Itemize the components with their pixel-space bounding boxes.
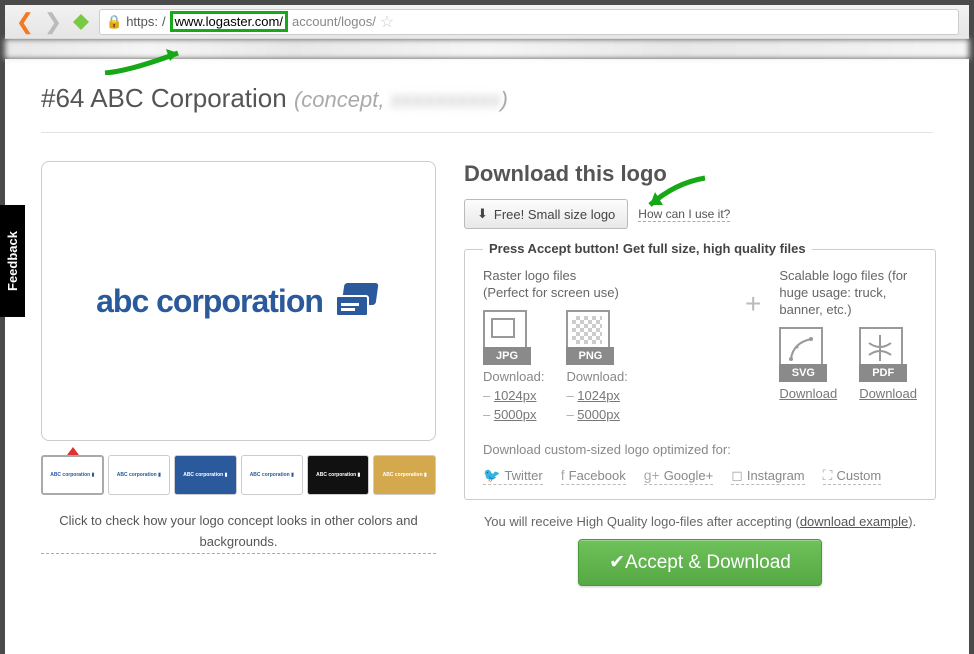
url-protocol: https: <box>126 14 158 29</box>
thumb-variant-5[interactable]: ABC corporation ▮ <box>307 455 369 495</box>
bookmarks-bar <box>5 39 969 59</box>
bookmark-star-icon[interactable]: ☆ <box>380 12 394 32</box>
how-use-link[interactable]: How can I use it? <box>638 207 730 222</box>
forward-button[interactable]: ❯ <box>43 12 63 32</box>
free-download-button[interactable]: ⬇ Free! Small size logo <box>464 199 628 229</box>
filebox-title: Press Accept button! Get full size, high… <box>483 241 812 256</box>
jpg-download-label: Download: <box>483 369 544 384</box>
png-file-icon: PNG <box>566 310 616 365</box>
jpg-5000-link[interactable]: 5000px <box>494 407 537 422</box>
page-title: #64 ABC Corporation (concept, xxxxxxxxxx… <box>41 83 933 114</box>
custom-icon: ⛶ <box>823 467 833 484</box>
google-icon: g+ <box>644 467 660 483</box>
thumb-variant-1[interactable]: ABC corporation ▮ <box>41 455 104 495</box>
twitter-link[interactable]: 🐦Twitter <box>483 467 543 485</box>
check-icon: ✔ <box>609 552 625 573</box>
png-5000-link[interactable]: 5000px <box>577 407 620 422</box>
jpg-file-icon: JPG <box>483 310 533 365</box>
logo-preview[interactable]: abc corporation <box>41 161 436 441</box>
thumb-variant-3[interactable]: ABC corporation ▮ <box>174 455 236 495</box>
plus-icon: + <box>745 288 761 320</box>
color-thumbnails: ABC corporation ▮ ABC corporation ▮ ABC … <box>41 455 436 495</box>
browser-toolbar: ❮ ❯ 🔒 https: / www.logaster.com/account/l… <box>5 5 969 39</box>
accept-note: You will receive High Quality logo-files… <box>464 514 936 529</box>
download-example-link[interactable]: download example <box>800 514 908 529</box>
url-path: account/logos/ <box>292 14 376 29</box>
twitter-icon: 🐦 <box>483 467 500 484</box>
thumb-variant-4[interactable]: ABC corporation ▮ <box>241 455 303 495</box>
logo-id: #64 <box>41 83 84 113</box>
png-1024-link[interactable]: 1024px <box>577 388 620 403</box>
pdf-file-icon: PDF <box>859 327 909 382</box>
jpg-1024-link[interactable]: 1024px <box>494 388 537 403</box>
scalable-heading: Scalable logo files (for huge usage: tru… <box>779 268 917 319</box>
logo-name: ABC Corporation <box>90 83 287 113</box>
selected-pointer-icon <box>67 447 79 455</box>
url-pre: / <box>162 14 166 29</box>
facebook-icon: f <box>561 467 565 483</box>
download-heading: Download this logo <box>464 161 936 187</box>
logo-image: abc corporation <box>96 283 381 320</box>
address-bar[interactable]: 🔒 https: / www.logaster.com/account/logos… <box>99 9 959 35</box>
other-colors-link[interactable]: Click to check how your logo concept loo… <box>41 511 436 554</box>
png-download-label: Download: <box>566 369 627 384</box>
download-icon: ⬇ <box>477 206 488 222</box>
site-favicon <box>71 12 91 32</box>
thumb-variant-2[interactable]: ABC corporation ▮ <box>108 455 170 495</box>
page-content: #64 ABC Corporation (concept, xxxxxxxxxx… <box>5 59 969 654</box>
pdf-download-link[interactable]: Download <box>859 386 917 401</box>
svg-download-link[interactable]: Download <box>779 386 837 401</box>
google-link[interactable]: g+Google+ <box>644 467 713 485</box>
url-host: www.logaster.com/ <box>170 11 288 32</box>
facebook-link[interactable]: fFacebook <box>561 467 626 485</box>
custom-size-heading: Download custom-sized logo optimized for… <box>483 442 917 457</box>
svg-file-icon: SVG <box>779 327 829 382</box>
custom-link[interactable]: ⛶Custom <box>823 467 882 485</box>
file-formats-box: Press Accept button! Get full size, high… <box>464 249 936 500</box>
lock-icon: 🔒 <box>106 14 122 30</box>
instagram-icon: ◻ <box>731 467 743 484</box>
feedback-tab[interactable]: Feedback <box>0 205 25 317</box>
thumb-variant-6[interactable]: ABC corporation ▮ <box>373 455 435 495</box>
divider <box>41 132 933 133</box>
raster-heading: Raster logo files(Perfect for screen use… <box>483 268 733 302</box>
accept-download-button[interactable]: ✔Accept & Download <box>578 539 822 586</box>
instagram-link[interactable]: ◻Instagram <box>731 467 804 485</box>
back-button[interactable]: ❮ <box>15 12 35 32</box>
